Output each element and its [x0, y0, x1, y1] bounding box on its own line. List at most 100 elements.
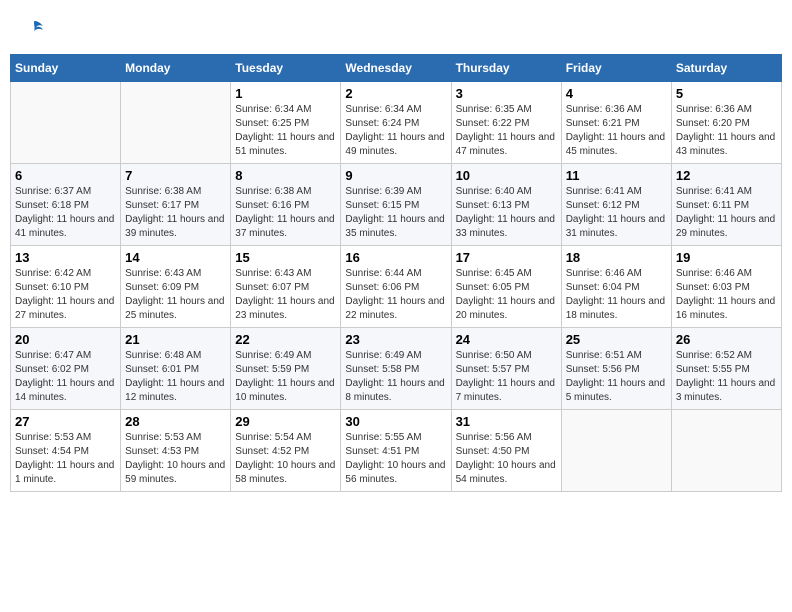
day-number: 21	[125, 332, 226, 347]
calendar-body: 1 Sunrise: 6:34 AM Sunset: 6:25 PM Daylig…	[11, 82, 782, 492]
calendar-cell: 8 Sunrise: 6:38 AM Sunset: 6:16 PM Daylig…	[231, 164, 341, 246]
page-header	[10, 10, 782, 46]
calendar-cell: 25 Sunrise: 6:51 AM Sunset: 5:56 PM Dayli…	[561, 328, 671, 410]
day-info: Sunrise: 6:49 AM Sunset: 5:59 PM Dayligh…	[235, 349, 336, 405]
day-info: Sunrise: 6:51 AM Sunset: 5:56 PM Dayligh…	[566, 349, 667, 405]
day-info: Sunrise: 6:41 AM Sunset: 6:11 PM Dayligh…	[676, 185, 777, 241]
day-info: Sunrise: 6:38 AM Sunset: 6:17 PM Dayligh…	[125, 185, 226, 241]
day-info: Sunrise: 6:38 AM Sunset: 6:16 PM Dayligh…	[235, 185, 336, 241]
day-info: Sunrise: 6:36 AM Sunset: 6:20 PM Dayligh…	[676, 103, 777, 159]
calendar-cell: 5 Sunrise: 6:36 AM Sunset: 6:20 PM Daylig…	[671, 82, 781, 164]
day-number: 24	[456, 332, 557, 347]
calendar-cell: 1 Sunrise: 6:34 AM Sunset: 6:25 PM Daylig…	[231, 82, 341, 164]
logo-bird-icon	[24, 18, 44, 38]
day-info: Sunrise: 6:48 AM Sunset: 6:01 PM Dayligh…	[125, 349, 226, 405]
calendar-cell: 24 Sunrise: 6:50 AM Sunset: 5:57 PM Dayli…	[451, 328, 561, 410]
day-number: 6	[15, 168, 116, 183]
calendar-week-4: 20 Sunrise: 6:47 AM Sunset: 6:02 PM Dayli…	[11, 328, 782, 410]
day-info: Sunrise: 6:45 AM Sunset: 6:05 PM Dayligh…	[456, 267, 557, 323]
day-info: Sunrise: 6:34 AM Sunset: 6:24 PM Dayligh…	[345, 103, 446, 159]
calendar-cell	[671, 410, 781, 492]
day-number: 26	[676, 332, 777, 347]
day-info: Sunrise: 6:47 AM Sunset: 6:02 PM Dayligh…	[15, 349, 116, 405]
day-info: Sunrise: 6:41 AM Sunset: 6:12 PM Dayligh…	[566, 185, 667, 241]
calendar-cell: 19Sunrise: 6:46 AM Sunset: 6:03 PM Dayli…	[671, 246, 781, 328]
calendar-cell: 23 Sunrise: 6:49 AM Sunset: 5:58 PM Dayli…	[341, 328, 451, 410]
calendar-week-2: 6Sunrise: 6:37 AM Sunset: 6:18 PM Daylig…	[11, 164, 782, 246]
day-number: 27	[15, 414, 116, 429]
day-number: 14	[125, 250, 226, 265]
logo	[20, 18, 44, 38]
day-number: 11	[566, 168, 667, 183]
day-number: 25	[566, 332, 667, 347]
weekday-header-thursday: Thursday	[451, 55, 561, 82]
day-info: Sunrise: 6:46 AM Sunset: 6:03 PM Dayligh…	[676, 267, 777, 323]
calendar-cell: 22 Sunrise: 6:49 AM Sunset: 5:59 PM Dayli…	[231, 328, 341, 410]
day-info: Sunrise: 6:52 AM Sunset: 5:55 PM Dayligh…	[676, 349, 777, 405]
day-info: Sunrise: 6:46 AM Sunset: 6:04 PM Dayligh…	[566, 267, 667, 323]
calendar-cell: 21 Sunrise: 6:48 AM Sunset: 6:01 PM Dayli…	[121, 328, 231, 410]
calendar-cell: 26 Sunrise: 6:52 AM Sunset: 5:55 PM Dayli…	[671, 328, 781, 410]
calendar-header: SundayMondayTuesdayWednesdayThursdayFrid…	[11, 55, 782, 82]
calendar-cell: 29Sunrise: 5:54 AM Sunset: 4:52 PM Dayli…	[231, 410, 341, 492]
day-info: Sunrise: 6:43 AM Sunset: 6:09 PM Dayligh…	[125, 267, 226, 323]
day-info: Sunrise: 6:43 AM Sunset: 6:07 PM Dayligh…	[235, 267, 336, 323]
weekday-header-friday: Friday	[561, 55, 671, 82]
calendar-cell: 28 Sunrise: 5:53 AM Sunset: 4:53 PM Dayli…	[121, 410, 231, 492]
calendar-cell: 27Sunrise: 5:53 AM Sunset: 4:54 PM Dayli…	[11, 410, 121, 492]
weekday-header-monday: Monday	[121, 55, 231, 82]
day-number: 16	[345, 250, 446, 265]
day-number: 3	[456, 86, 557, 101]
day-info: Sunrise: 6:42 AM Sunset: 6:10 PM Dayligh…	[15, 267, 116, 323]
weekday-header-tuesday: Tuesday	[231, 55, 341, 82]
day-info: Sunrise: 5:53 AM Sunset: 4:53 PM Dayligh…	[125, 431, 226, 487]
weekday-header-wednesday: Wednesday	[341, 55, 451, 82]
day-info: Sunrise: 5:56 AM Sunset: 4:50 PM Dayligh…	[456, 431, 557, 487]
calendar-cell: 2 Sunrise: 6:34 AM Sunset: 6:24 PM Daylig…	[341, 82, 451, 164]
calendar-cell: 15 Sunrise: 6:43 AM Sunset: 6:07 PM Dayli…	[231, 246, 341, 328]
day-info: Sunrise: 6:50 AM Sunset: 5:57 PM Dayligh…	[456, 349, 557, 405]
day-info: Sunrise: 6:35 AM Sunset: 6:22 PM Dayligh…	[456, 103, 557, 159]
day-info: Sunrise: 6:36 AM Sunset: 6:21 PM Dayligh…	[566, 103, 667, 159]
weekday-header-saturday: Saturday	[671, 55, 781, 82]
day-info: Sunrise: 5:55 AM Sunset: 4:51 PM Dayligh…	[345, 431, 446, 487]
day-number: 15	[235, 250, 336, 265]
day-info: Sunrise: 6:49 AM Sunset: 5:58 PM Dayligh…	[345, 349, 446, 405]
calendar-cell: 17 Sunrise: 6:45 AM Sunset: 6:05 PM Dayli…	[451, 246, 561, 328]
day-number: 7	[125, 168, 226, 183]
calendar-cell: 6Sunrise: 6:37 AM Sunset: 6:18 PM Daylig…	[11, 164, 121, 246]
weekday-header-sunday: Sunday	[11, 55, 121, 82]
day-number: 1	[235, 86, 336, 101]
day-number: 18	[566, 250, 667, 265]
calendar-week-1: 1 Sunrise: 6:34 AM Sunset: 6:25 PM Daylig…	[11, 82, 782, 164]
day-info: Sunrise: 6:40 AM Sunset: 6:13 PM Dayligh…	[456, 185, 557, 241]
day-number: 2	[345, 86, 446, 101]
day-number: 8	[235, 168, 336, 183]
day-info: Sunrise: 6:39 AM Sunset: 6:15 PM Dayligh…	[345, 185, 446, 241]
calendar-cell: 30 Sunrise: 5:55 AM Sunset: 4:51 PM Dayli…	[341, 410, 451, 492]
day-number: 31	[456, 414, 557, 429]
day-number: 29	[235, 414, 336, 429]
calendar-cell: 14 Sunrise: 6:43 AM Sunset: 6:09 PM Dayli…	[121, 246, 231, 328]
day-number: 22	[235, 332, 336, 347]
calendar-cell: 10 Sunrise: 6:40 AM Sunset: 6:13 PM Dayli…	[451, 164, 561, 246]
calendar-table: SundayMondayTuesdayWednesdayThursdayFrid…	[10, 54, 782, 492]
calendar-cell: 7 Sunrise: 6:38 AM Sunset: 6:17 PM Daylig…	[121, 164, 231, 246]
day-number: 9	[345, 168, 446, 183]
calendar-cell	[561, 410, 671, 492]
day-number: 5	[676, 86, 777, 101]
day-info: Sunrise: 6:44 AM Sunset: 6:06 PM Dayligh…	[345, 267, 446, 323]
day-number: 23	[345, 332, 446, 347]
day-info: Sunrise: 6:34 AM Sunset: 6:25 PM Dayligh…	[235, 103, 336, 159]
day-number: 20	[15, 332, 116, 347]
day-number: 4	[566, 86, 667, 101]
day-number: 28	[125, 414, 226, 429]
calendar-cell	[11, 82, 121, 164]
day-number: 10	[456, 168, 557, 183]
day-number: 13	[15, 250, 116, 265]
day-number: 17	[456, 250, 557, 265]
calendar-cell	[121, 82, 231, 164]
day-number: 30	[345, 414, 446, 429]
calendar-cell: 4 Sunrise: 6:36 AM Sunset: 6:21 PM Daylig…	[561, 82, 671, 164]
calendar-cell: 18 Sunrise: 6:46 AM Sunset: 6:04 PM Dayli…	[561, 246, 671, 328]
